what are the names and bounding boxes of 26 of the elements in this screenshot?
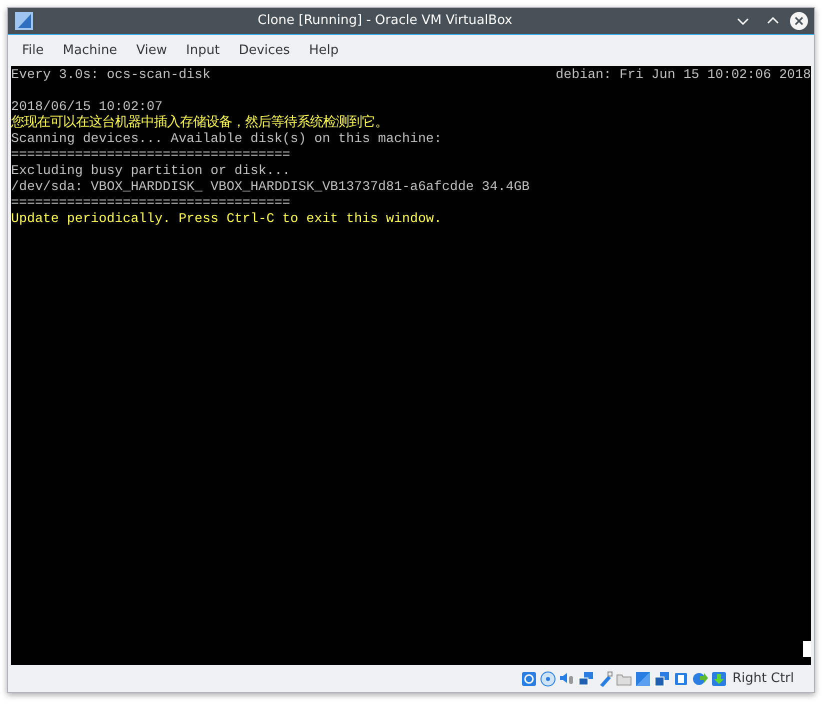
menu-item[interactable]: File: [14, 40, 52, 60]
terminal-line: ===================================: [11, 195, 290, 210]
network-icon[interactable]: [578, 670, 594, 686]
terminal-line: Scanning devices... Available disk(s) on this machine:: [11, 131, 442, 146]
terminal-line: debian: Fri Jun 15 10:02:06 2018: [556, 67, 811, 83]
cd-icon[interactable]: [540, 670, 556, 686]
menu-item[interactable]: Input: [178, 40, 228, 60]
speaker-microphone-icon[interactable]: [558, 670, 574, 686]
terminal-line: Excluding busy partition or disk...: [11, 163, 290, 178]
app-logo-icon: [14, 11, 34, 31]
menu-item[interactable]: Devices: [230, 40, 298, 60]
windows-icon[interactable]: [654, 670, 670, 686]
close-icon[interactable]: [790, 12, 808, 30]
window-title: Clone [Running] - Oracle VM VirtualBox: [256, 12, 514, 30]
terminal-line: ===================================: [11, 147, 290, 162]
terminal-line: /dev/sda: VBOX_HARDDISK_ VBOX_HARDDISK_VB13737d81-a6afcdde 34.4GB: [11, 179, 530, 194]
terminal-line: 您现在可以在这台机器中插入存储设备，然后等待系统检测到它。: [11, 115, 388, 130]
menu-item[interactable]: View: [128, 40, 176, 60]
cursor-icon: [803, 641, 811, 657]
terminal-line: Update periodically. Press Ctrl-C to exit this window.: [11, 211, 442, 226]
download-icon[interactable]: [710, 670, 726, 686]
terminal-line: Every 3.0s: ocs-scan-disk: [11, 67, 210, 83]
menu-item[interactable]: Machine: [54, 40, 126, 60]
host-key-label: Right Ctrl: [732, 670, 794, 688]
terminal-line: 2018/06/15 10:02:07: [11, 99, 163, 114]
menu-item[interactable]: Help: [300, 40, 347, 60]
